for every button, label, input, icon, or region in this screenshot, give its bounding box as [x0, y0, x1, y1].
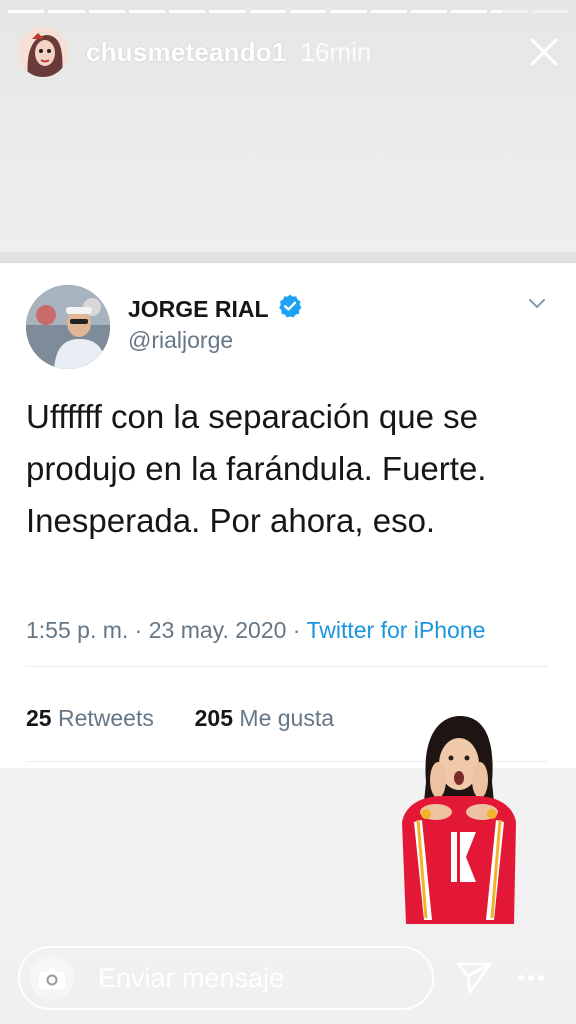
meta-separator-2: ·: [292, 617, 301, 643]
story-progress-segment: [491, 10, 528, 13]
story-progress-fill: [128, 10, 166, 13]
more-options-icon[interactable]: [516, 966, 546, 990]
story-progress-fill: [410, 10, 448, 13]
story-progress-segment: [410, 10, 448, 13]
retweets-label[interactable]: Retweets: [58, 705, 154, 731]
story-progress-fill: [8, 10, 45, 13]
camera-icon[interactable]: [30, 956, 74, 1000]
story-progress-segment: [531, 10, 568, 13]
story-progress-bar: [8, 10, 568, 13]
verified-badge-icon: [277, 293, 303, 325]
story-username[interactable]: chusmeteando1: [86, 37, 287, 68]
story-progress-fill: [209, 10, 246, 13]
retweets-count[interactable]: 25: [26, 705, 52, 731]
story-progress-fill: [289, 10, 327, 13]
story-progress-segment: [8, 10, 45, 13]
story-progress-fill: [370, 10, 407, 13]
story-progress-fill: [330, 10, 367, 13]
send-icon[interactable]: [454, 958, 494, 998]
surprised-person-sticker-icon[interactable]: [396, 712, 522, 932]
story-header: chusmeteando1 16min: [18, 26, 562, 78]
story-progress-fill: [48, 10, 85, 13]
close-icon[interactable]: [526, 34, 562, 70]
tweet-timestamp: 1:55 p. m. · 23 may. 2020 · Twitter for …: [26, 617, 485, 644]
send-message-input[interactable]: [96, 961, 400, 995]
tweet-source-link[interactable]: Twitter for iPhone: [306, 617, 485, 643]
tweet-text: Uffffff con la separación que se produjo…: [26, 398, 487, 539]
display-name-text: JORGE RIAL: [128, 295, 269, 322]
tweet-stats: 25 Retweets 205 Me gusta: [26, 705, 334, 732]
divider: [26, 666, 548, 667]
tweet-display-name: JORGE RIAL: [128, 293, 303, 325]
story-progress-segment: [289, 10, 327, 13]
tweet-author-avatar: [26, 285, 110, 369]
chevron-down-icon[interactable]: [528, 297, 546, 309]
meta-separator: ·: [134, 617, 143, 643]
tweet-time: 1:55 p. m.: [26, 617, 129, 643]
story-progress-fill: [169, 10, 206, 13]
story-progress-segment: [48, 10, 85, 13]
story-progress-segment: [88, 10, 125, 13]
tweet-handle: @rialjorge: [128, 327, 234, 353]
story-time: 16min: [300, 36, 372, 67]
story-progress-segment: [451, 10, 488, 13]
story-progress-segment: [370, 10, 407, 13]
story-progress-fill: [451, 10, 488, 13]
card-top-border: [0, 252, 576, 262]
story-progress-segment: [169, 10, 206, 13]
tweet-date: 23 may. 2020: [148, 617, 287, 643]
reply-bar: [18, 946, 434, 1010]
likes-label[interactable]: Me gusta: [239, 705, 334, 731]
avatar[interactable]: [18, 27, 68, 77]
story-progress-segment: [209, 10, 246, 13]
likes-count[interactable]: 205: [195, 705, 233, 731]
story-progress-segment: [249, 10, 286, 13]
story-progress-fill: [491, 10, 503, 13]
story-progress-fill: [88, 10, 125, 13]
story-progress-fill: [249, 10, 286, 13]
story-progress-segment: [128, 10, 166, 13]
tweet-card: JORGE RIAL @rialjorge Uffffff con la sep…: [0, 262, 576, 768]
story-progress-segment: [330, 10, 367, 13]
